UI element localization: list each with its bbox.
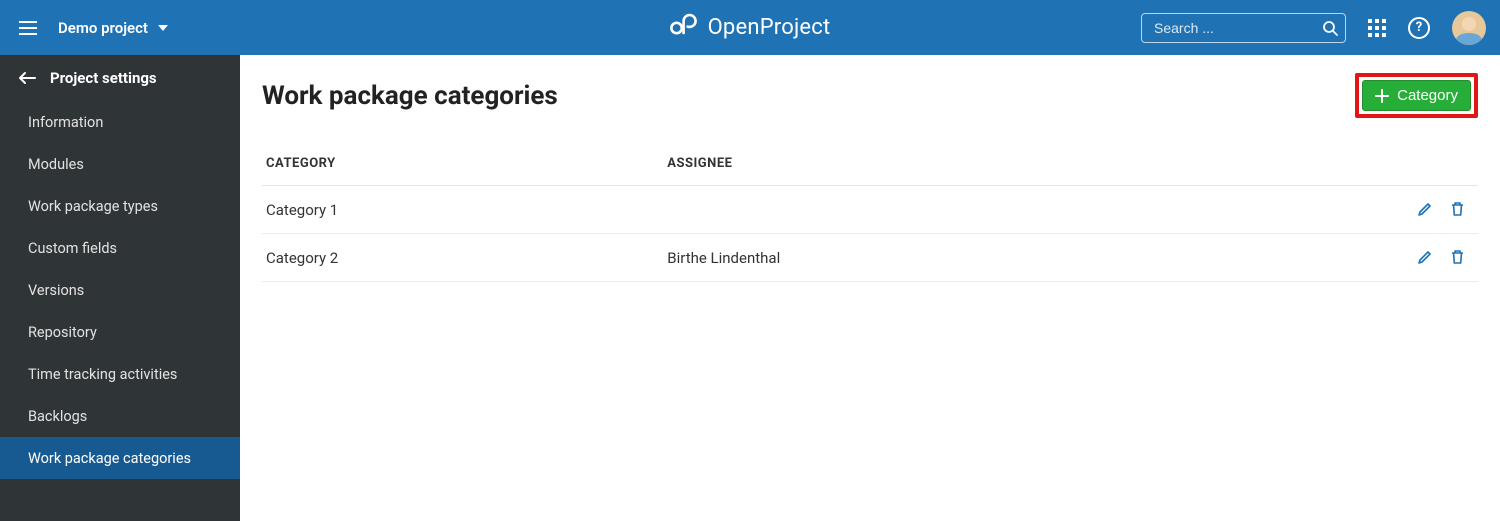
cell-category: Category 1 — [262, 186, 663, 234]
sidebar-item-repository[interactable]: Repository — [0, 311, 240, 353]
sidebar-item-label: Modules — [28, 156, 84, 173]
sidebar-item-work-package-categories[interactable]: Work package categories — [0, 437, 240, 479]
sidebar-item-label: Backlogs — [28, 408, 87, 425]
sidebar-item-time-tracking-activities[interactable]: Time tracking activities — [0, 353, 240, 395]
apps-grid-icon[interactable] — [1368, 19, 1386, 37]
search-box — [1141, 13, 1346, 43]
hamburger-menu-icon[interactable] — [14, 14, 42, 42]
search-input[interactable] — [1141, 13, 1346, 43]
col-header-category: CATEGORY — [262, 156, 663, 186]
top-bar: Demo project OpenProject ? — [0, 0, 1500, 55]
col-header-assignee: ASSIGNEE — [663, 156, 1388, 186]
back-arrow-icon[interactable] — [18, 69, 36, 87]
avatar[interactable] — [1452, 11, 1486, 45]
sidebar-item-label: Information — [28, 114, 103, 131]
sidebar-item-modules[interactable]: Modules — [0, 143, 240, 185]
sidebar-item-label: Time tracking activities — [28, 366, 177, 383]
sidebar-item-label: Custom fields — [28, 240, 117, 257]
add-category-label: Category — [1397, 87, 1458, 104]
sidebar-item-label: Repository — [28, 324, 97, 341]
add-category-button[interactable]: Category — [1362, 80, 1471, 111]
cell-assignee: Birthe Lindenthal — [663, 234, 1388, 282]
col-header-actions — [1388, 156, 1478, 186]
brand[interactable]: OpenProject — [670, 13, 831, 43]
cell-actions — [1388, 186, 1478, 234]
sidebar: Project settings Information Modules Work … — [0, 55, 240, 521]
sidebar-title: Project settings — [50, 69, 157, 87]
sidebar-item-custom-fields[interactable]: Custom fields — [0, 227, 240, 269]
table-row: Category 1 — [262, 186, 1478, 234]
add-category-highlight: Category — [1355, 73, 1478, 118]
search-icon[interactable] — [1320, 18, 1340, 38]
cell-category: Category 2 — [262, 234, 663, 282]
help-icon[interactable]: ? — [1408, 17, 1430, 39]
delete-icon[interactable] — [1446, 246, 1468, 268]
caret-down-icon — [158, 25, 168, 31]
main-content: Work package categories Category CATEGOR… — [240, 55, 1500, 521]
delete-icon[interactable] — [1446, 198, 1468, 220]
project-name: Demo project — [58, 19, 148, 37]
sidebar-header: Project settings — [0, 55, 240, 101]
sidebar-item-information[interactable]: Information — [0, 101, 240, 143]
table-row: Category 2Birthe Lindenthal — [262, 234, 1478, 282]
brand-name: OpenProject — [708, 15, 831, 40]
sidebar-item-label: Versions — [28, 282, 84, 299]
cell-actions — [1388, 234, 1478, 282]
sidebar-item-label: Work package types — [28, 198, 158, 215]
categories-table: CATEGORY ASSIGNEE Category 1Category 2Bi… — [262, 156, 1478, 282]
cell-assignee — [663, 186, 1388, 234]
project-selector[interactable]: Demo project — [52, 15, 174, 41]
page-title: Work package categories — [262, 81, 558, 111]
sidebar-item-work-package-types[interactable]: Work package types — [0, 185, 240, 227]
brand-logo-icon — [670, 13, 698, 43]
sidebar-item-versions[interactable]: Versions — [0, 269, 240, 311]
sidebar-item-backlogs[interactable]: Backlogs — [0, 395, 240, 437]
edit-icon[interactable] — [1414, 246, 1436, 268]
edit-icon[interactable] — [1414, 198, 1436, 220]
plus-icon — [1375, 89, 1389, 103]
sidebar-item-label: Work package categories — [28, 450, 191, 467]
